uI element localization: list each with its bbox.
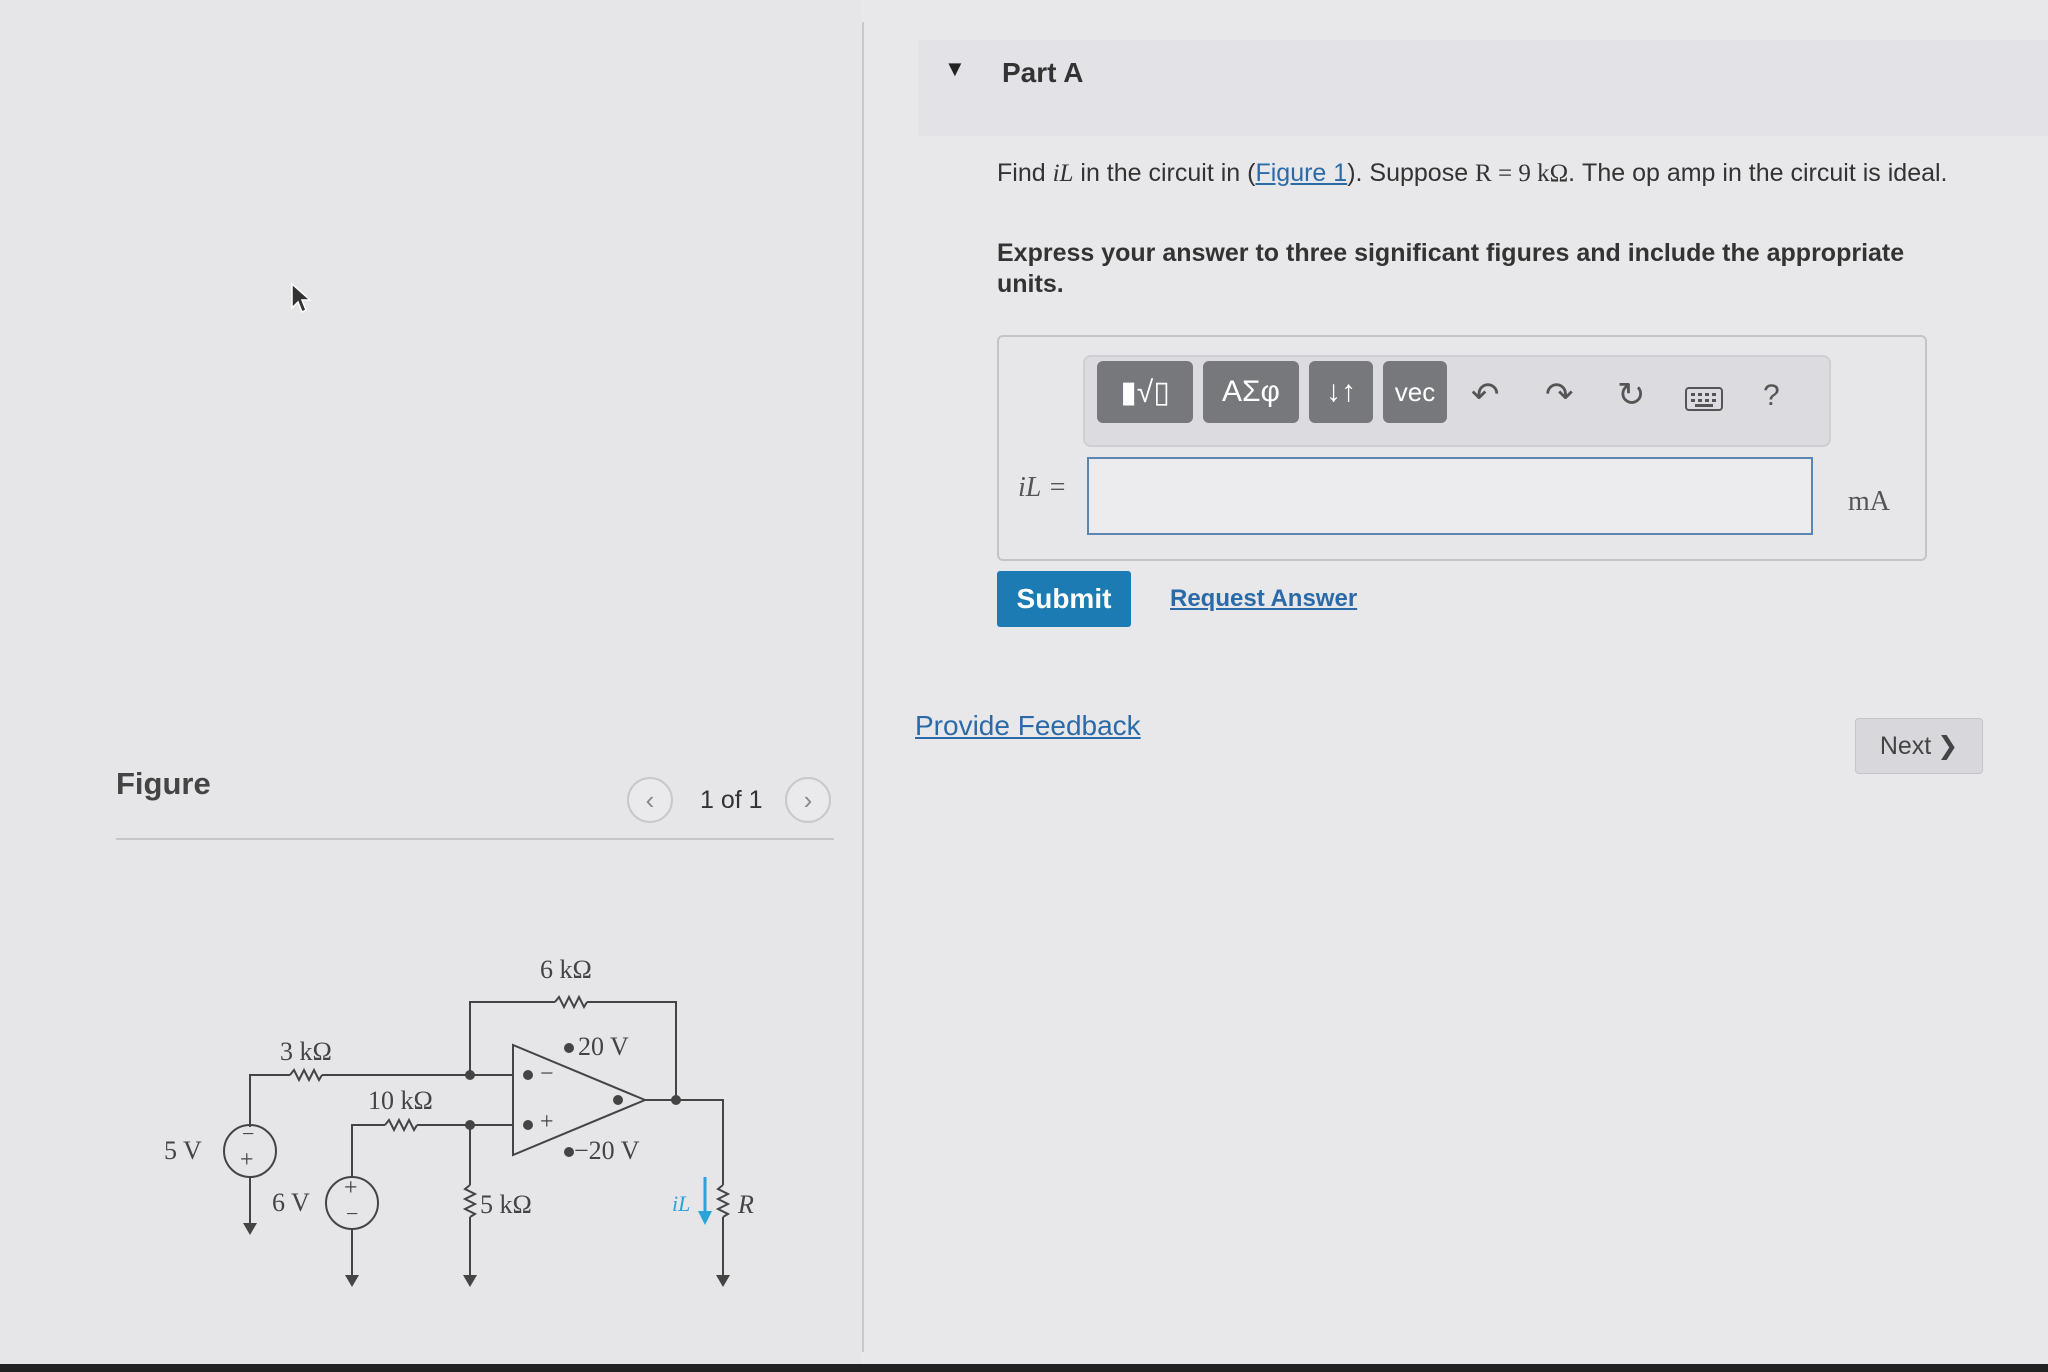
circuit-diagram: 6 kΩ − + 20 V −20 V 3 kΩ − + 5 V 10 kΩ +… xyxy=(164,955,754,1287)
r-5k-label: 5 kΩ xyxy=(480,1190,532,1219)
vector-button[interactable]: vec xyxy=(1383,361,1447,423)
svg-text:−: − xyxy=(346,1201,358,1226)
undo-icon[interactable]: ↶ xyxy=(1471,375,1500,415)
figure-divider xyxy=(116,838,834,840)
src-5v-label: 5 V xyxy=(164,1136,202,1165)
figure-counter: 1 of 1 xyxy=(700,786,763,814)
caret-down-icon[interactable]: ▼ xyxy=(944,56,966,82)
part-header xyxy=(918,40,2048,136)
greek-symbols-button[interactable]: ΑΣφ xyxy=(1203,361,1299,423)
il-label: iL xyxy=(672,1191,690,1216)
figure-prev-button[interactable]: ‹ xyxy=(627,777,673,823)
screen-bottom-edge xyxy=(0,1364,2048,1372)
svg-text:−: − xyxy=(242,1121,254,1146)
r-10k-label: 10 kΩ xyxy=(368,1086,433,1115)
next-label: Next xyxy=(1879,731,1932,760)
resistance-value: R = 9 kΩ xyxy=(1475,160,1569,187)
r-feedback-label: 6 kΩ xyxy=(540,955,592,984)
svg-text:−: − xyxy=(540,1061,554,1087)
figure-next-button[interactable]: › xyxy=(785,777,831,823)
redo-icon[interactable]: ↷ xyxy=(1545,375,1574,415)
answer-instruction: Express your answer to three significant… xyxy=(997,239,1905,298)
v-pos-label: 20 V xyxy=(578,1032,629,1061)
provide-feedback-link[interactable]: Provide Feedback xyxy=(915,710,1141,742)
svg-text:+: + xyxy=(240,1147,254,1173)
chevron-right-icon: › xyxy=(803,784,813,815)
svg-text:+: + xyxy=(344,1175,358,1201)
figure-link[interactable]: Figure 1 xyxy=(1255,159,1347,187)
help-button[interactable]: ? xyxy=(1763,379,1780,413)
question-pane xyxy=(864,0,2048,1372)
reset-icon[interactable]: ↻ xyxy=(1617,375,1646,415)
svg-text:+: + xyxy=(540,1109,554,1135)
subscript-superscript-button[interactable]: ↓↑ xyxy=(1309,361,1373,423)
chevron-left-icon: ‹ xyxy=(645,784,655,815)
keyboard-icon[interactable] xyxy=(1685,387,1723,411)
r-3k-label: 3 kΩ xyxy=(280,1037,332,1066)
question-text: Find iL in the circuit in (Figure 1). Su… xyxy=(997,159,1948,187)
chevron-right-icon: ❯ xyxy=(1937,732,1959,760)
next-button[interactable]: Next ❯ xyxy=(1855,718,1983,774)
request-answer-link[interactable]: Request Answer xyxy=(1170,585,1357,613)
answer-unit: mA xyxy=(1848,486,1890,517)
equation-toolbar: ▮√▯ ΑΣφ ↓↑ vec ↶ ↷ ↻ ? xyxy=(1083,355,1831,447)
templates-button[interactable]: ▮√▯ xyxy=(1097,361,1193,423)
part-title: Part A xyxy=(1002,57,1084,88)
v-neg-label: −20 V xyxy=(574,1136,640,1165)
submit-button[interactable]: Submit xyxy=(997,571,1131,627)
answer-lhs-label: iL = xyxy=(1018,472,1067,503)
figure-title: Figure xyxy=(116,766,211,801)
il-symbol: iL xyxy=(1052,160,1074,187)
load-r-label: R xyxy=(737,1190,754,1219)
src-6v-label: 6 V xyxy=(272,1188,310,1217)
answer-input[interactable] xyxy=(1087,457,1813,535)
mouse-pointer-icon xyxy=(291,282,312,314)
